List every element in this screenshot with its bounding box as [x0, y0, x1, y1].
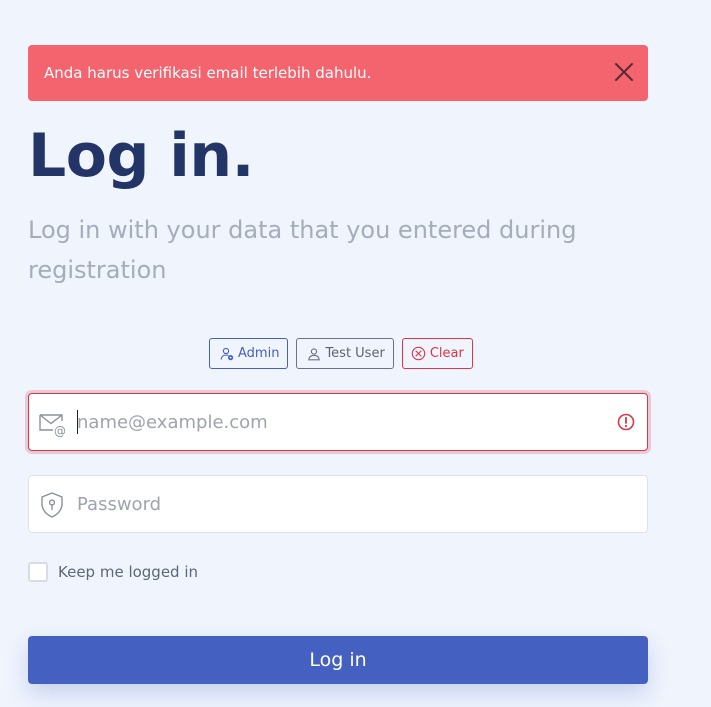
clear-label: Clear	[429, 346, 464, 361]
remember-me: Keep me logged in	[28, 562, 198, 582]
x-circle-icon	[411, 346, 426, 361]
close-icon[interactable]	[614, 62, 634, 82]
admin-login-label: Admin	[238, 346, 280, 361]
login-button[interactable]: Log in	[28, 636, 648, 684]
remember-me-label[interactable]: Keep me logged in	[58, 563, 198, 581]
test-user-login-button[interactable]: Test User	[296, 338, 394, 369]
text-cursor	[77, 410, 78, 434]
page-subtitle: Log in with your data that you entered d…	[28, 216, 577, 284]
shield-lock-icon	[38, 491, 66, 519]
test-user-login-label: Test User	[325, 346, 385, 361]
exclamation-circle-icon	[617, 413, 635, 431]
user-gear-icon	[220, 347, 234, 361]
quick-login-buttons: Admin Test User Clear	[209, 338, 473, 369]
svg-text:@: @	[54, 424, 66, 437]
remember-me-checkbox[interactable]	[28, 562, 48, 582]
email-field: @	[28, 393, 648, 451]
email-input[interactable]	[77, 394, 597, 450]
alert-message: Anda harus verifikasi email terlebih dah…	[44, 64, 372, 82]
user-icon	[307, 347, 321, 361]
envelope-icon: @	[38, 409, 66, 438]
page-title: Log in.	[28, 121, 254, 191]
clear-button[interactable]: Clear	[401, 338, 473, 369]
password-input[interactable]	[77, 476, 597, 532]
login-page: Anda harus verifikasi email terlebih dah…	[0, 0, 711, 707]
password-field	[28, 475, 648, 533]
admin-login-button[interactable]: Admin	[209, 338, 289, 369]
error-alert: Anda harus verifikasi email terlebih dah…	[28, 45, 648, 101]
